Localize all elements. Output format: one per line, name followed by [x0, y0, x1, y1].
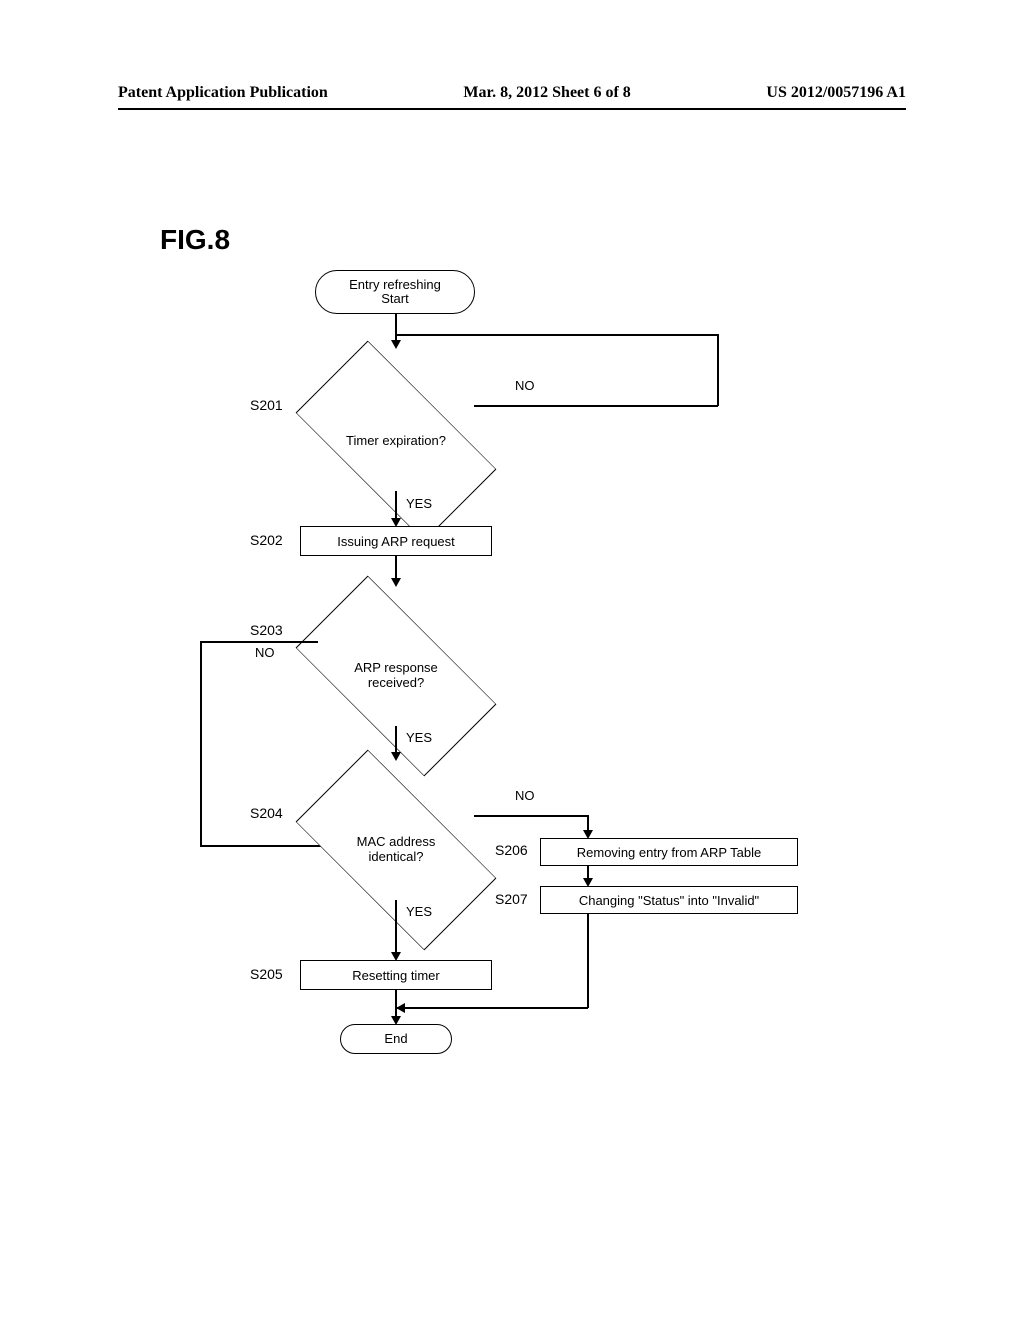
step-label-s203: S203 [250, 622, 283, 638]
flowline [587, 914, 589, 1008]
start-node: Entry refreshing Start [315, 270, 475, 314]
decision-s203-text: ARP responsereceived? [354, 661, 438, 691]
arrow-left-icon [396, 1003, 405, 1013]
header-rule [118, 108, 906, 110]
start-line2: Start [381, 292, 408, 306]
process-s206: Removing entry from ARP Table [540, 838, 798, 866]
step-label-s204: S204 [250, 805, 283, 821]
step-label-s207: S207 [495, 891, 528, 907]
header-mid: Mar. 8, 2012 Sheet 6 of 8 [463, 84, 630, 102]
process-s206-text: Removing entry from ARP Table [577, 845, 762, 860]
header-left: Patent Application Publication [118, 84, 328, 102]
page-header: Patent Application Publication Mar. 8, 2… [118, 84, 906, 102]
figure-label: FIG.8 [160, 224, 230, 256]
yes-label: YES [406, 730, 432, 745]
yes-label: YES [406, 904, 432, 919]
step-label-s205: S205 [250, 966, 283, 982]
step-label-s202: S202 [250, 532, 283, 548]
flowline [200, 641, 318, 643]
flowchart: Entry refreshing Start Timer expiration?… [100, 270, 930, 1030]
flowline [396, 1007, 588, 1009]
arrow-down-icon [391, 340, 401, 349]
process-s207-text: Changing "Status" into "Invalid" [579, 893, 759, 908]
step-label-s206: S206 [495, 842, 528, 858]
end-text: End [384, 1032, 407, 1046]
flowline [200, 641, 202, 846]
yes-label: YES [406, 496, 432, 511]
no-label: NO [515, 788, 535, 803]
process-s202: Issuing ARP request [300, 526, 492, 556]
flowline [717, 334, 719, 406]
process-s207: Changing "Status" into "Invalid" [540, 886, 798, 914]
process-s205: Resetting timer [300, 960, 492, 990]
decision-s204-text: MAC addressidentical? [357, 835, 436, 865]
start-line1: Entry refreshing [349, 278, 441, 292]
no-label: NO [515, 378, 535, 393]
decision-s201-text: Timer expiration? [346, 434, 446, 449]
process-s205-text: Resetting timer [352, 968, 439, 983]
flowline [474, 405, 718, 407]
no-label: NO [255, 645, 275, 660]
flowline [396, 334, 718, 336]
flowline [395, 900, 397, 958]
process-s202-text: Issuing ARP request [337, 534, 455, 549]
header-right: US 2012/0057196 A1 [766, 84, 906, 102]
flowline [474, 815, 588, 817]
end-node: End [340, 1024, 452, 1054]
step-label-s201: S201 [250, 397, 283, 413]
